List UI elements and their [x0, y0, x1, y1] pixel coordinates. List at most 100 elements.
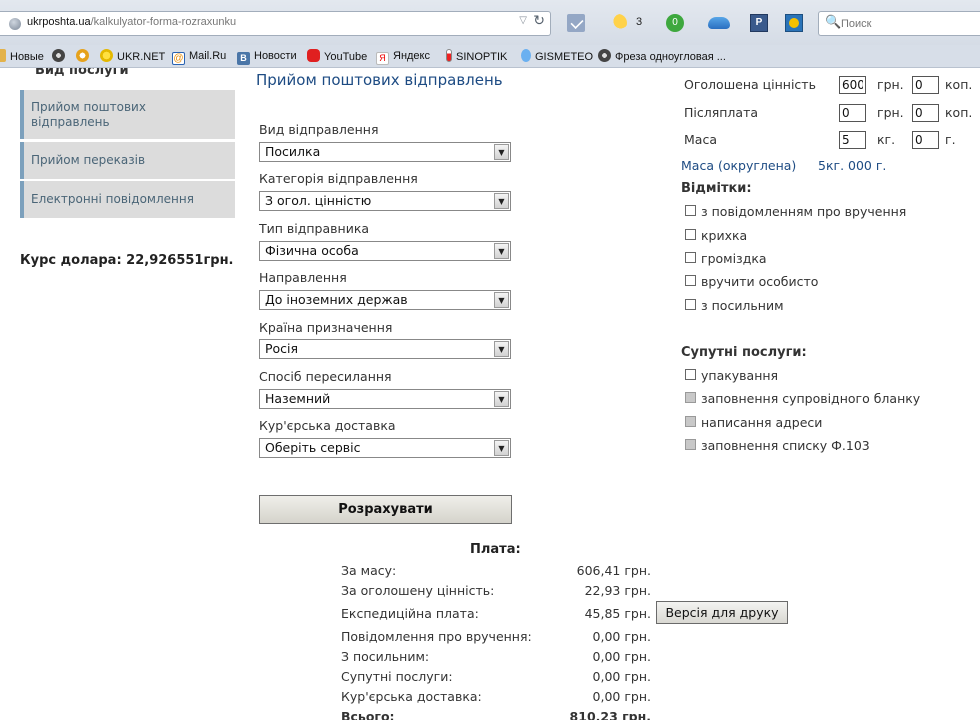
destination-country-select[interactable]: Росія ▼: [259, 339, 511, 359]
payment-row-label: За масу:: [341, 563, 397, 578]
page-content: Вид послуги Прийом поштових відправлень …: [0, 68, 980, 720]
compass-icon: [76, 49, 89, 62]
mass-kg-input[interactable]: [839, 131, 866, 149]
address-bar[interactable]: ukrposhta.ua/kalkulyator-forma-rozraxunk…: [0, 11, 551, 36]
mail-icon[interactable]: [567, 14, 585, 32]
thermometer-icon: [446, 49, 452, 62]
service-write-address: написання адреси: [685, 415, 822, 430]
cod-kop-input[interactable]: [912, 104, 939, 122]
cod-uah-input[interactable]: [839, 104, 866, 122]
mark-hand-deliver[interactable]: вручити особисто: [685, 274, 818, 289]
payment-row-label: За оголошену цінність:: [341, 583, 495, 598]
drop-icon: [521, 49, 531, 62]
bookmark-youtube[interactable]: YouTube: [307, 49, 367, 63]
extension-icon[interactable]: [785, 14, 803, 32]
mark-bulky[interactable]: громіздка: [685, 251, 767, 266]
url-path: /kalkulyator-forma-rozraxunku: [90, 16, 237, 28]
mass-g-input[interactable]: [912, 131, 939, 149]
counter-badge-icon[interactable]: 0: [666, 14, 684, 32]
bookmark-freza[interactable]: Фреза одноугловая ...: [598, 49, 726, 63]
bookmark-new[interactable]: Новые: [0, 49, 44, 63]
weather-count: 3: [636, 16, 643, 28]
direction-select[interactable]: До іноземних держав ▼: [259, 290, 511, 310]
checkbox[interactable]: [685, 299, 696, 310]
payment-row-value: 0,00 грн.: [592, 689, 651, 704]
declared-value-kop-input[interactable]: [912, 76, 939, 94]
shipping-method-select[interactable]: Наземний ▼: [259, 389, 511, 409]
sidebar-item-e-notifications[interactable]: Електронні повідомлення: [20, 181, 235, 218]
bookmark-mailru[interactable]: @ Mail.Ru: [172, 49, 226, 65]
bookmark-compass[interactable]: [76, 49, 93, 63]
weather-icon[interactable]: [609, 14, 627, 32]
reload-icon[interactable]: ↻: [533, 13, 545, 29]
ukrnet-icon: [100, 49, 113, 62]
service-fill-list: заповнення списку Ф.103: [685, 438, 870, 453]
payment-row-label: З посильним:: [341, 649, 430, 664]
courier-delivery-select[interactable]: Оберіть сервіс ▼: [259, 438, 511, 458]
payment-row-value: 22,93 грн.: [584, 583, 651, 598]
search-box[interactable]: 🔍: [818, 11, 980, 36]
bookmark-ukrnet[interactable]: UKR.NET: [100, 49, 165, 63]
payment-row-value: 45,85 грн.: [584, 606, 651, 621]
marks-heading: Відмітки:: [681, 181, 752, 196]
declared-value-uah-input[interactable]: [839, 76, 866, 94]
declared-value-label: Оголошена цінність: [684, 77, 816, 92]
checkbox[interactable]: [685, 205, 696, 216]
exchange-rate: Курс долара: 22,926551грн.: [20, 253, 234, 268]
bookmark-gear[interactable]: [52, 49, 69, 63]
mark-fragile[interactable]: крихка: [685, 228, 747, 243]
payment-row-value: 0,00 грн.: [592, 629, 651, 644]
bookmark-gismeteo[interactable]: GISMETEO: [521, 49, 593, 63]
mark-delivery-notice[interactable]: з повідомленням про вручення: [685, 204, 906, 219]
checkbox: [685, 392, 696, 403]
url-host: ukrposhta.ua: [27, 16, 91, 28]
checkbox[interactable]: [685, 229, 696, 240]
youtube-icon: [307, 49, 320, 62]
checkbox[interactable]: [685, 252, 696, 263]
checkbox: [685, 439, 696, 450]
mark-courier[interactable]: з посильним: [685, 298, 784, 313]
payment-row-value: 0,00 грн.: [592, 669, 651, 684]
url-text[interactable]: ukrposhta.ua/kalkulyator-forma-rozraxunk…: [27, 16, 236, 28]
sidebar-title: Вид послуги: [35, 68, 129, 78]
sender-type-select[interactable]: Фізична особа ▼: [259, 241, 511, 261]
calculate-button[interactable]: Розрахувати: [259, 495, 512, 524]
bookmark-news[interactable]: B Новости: [237, 49, 297, 65]
unit-label: коп.: [945, 77, 973, 92]
chevron-down-icon: ▼: [494, 292, 509, 308]
vk-icon: B: [237, 52, 250, 65]
field-label: Тип відправника: [259, 221, 370, 236]
print-version-button[interactable]: Версія для друку: [656, 601, 788, 624]
bookmark-yandex[interactable]: Я Яндекс: [376, 49, 430, 65]
shipment-category-select[interactable]: З огол. цінністю ▼: [259, 191, 511, 211]
service-packaging[interactable]: упакування: [685, 368, 778, 383]
payment-total-label: Всього:: [341, 709, 395, 720]
checkbox[interactable]: [685, 369, 696, 380]
chevron-down-icon: ▼: [494, 144, 509, 160]
payment-row-label: Повідомлення про вручення:: [341, 629, 532, 644]
cloud-icon[interactable]: [708, 17, 730, 29]
sidebar-item-postal-items[interactable]: Прийом поштових відправлень: [20, 90, 235, 139]
checkbox[interactable]: [685, 275, 696, 286]
chevron-down-icon: ▼: [494, 341, 509, 357]
field-label: Країна призначення: [259, 320, 393, 335]
field-label: Вид відправлення: [259, 122, 379, 137]
chevron-down-icon: ▼: [494, 243, 509, 259]
chevron-down-icon[interactable]: ▽: [519, 15, 527, 26]
gear-icon: [598, 49, 611, 62]
star-icon: [0, 49, 6, 62]
payment-total-value: 810,23 грн.: [569, 709, 651, 720]
search-input[interactable]: [841, 15, 971, 32]
unit-label: кг.: [877, 132, 896, 147]
sidebar-item-transfers[interactable]: Прийом переказів: [20, 142, 235, 179]
bookmarks-bar: Новые UKR.NET @ Mail.Ru B Новости YouTube …: [0, 45, 980, 68]
sidebar-item-label: Прийом переказів: [31, 153, 146, 167]
bookmark-sinoptik[interactable]: SINOPTIK: [446, 49, 507, 63]
cod-label: Післяплата: [684, 105, 759, 120]
service-fill-form: заповнення супровідного бланку: [685, 391, 920, 406]
payment-title: Плата:: [470, 542, 521, 557]
unit-label: коп.: [945, 105, 973, 120]
shipment-type-select[interactable]: Посилка ▼: [259, 142, 511, 162]
extension-icon[interactable]: P: [750, 14, 768, 32]
field-label: Кур'єрська доставка: [259, 418, 396, 433]
